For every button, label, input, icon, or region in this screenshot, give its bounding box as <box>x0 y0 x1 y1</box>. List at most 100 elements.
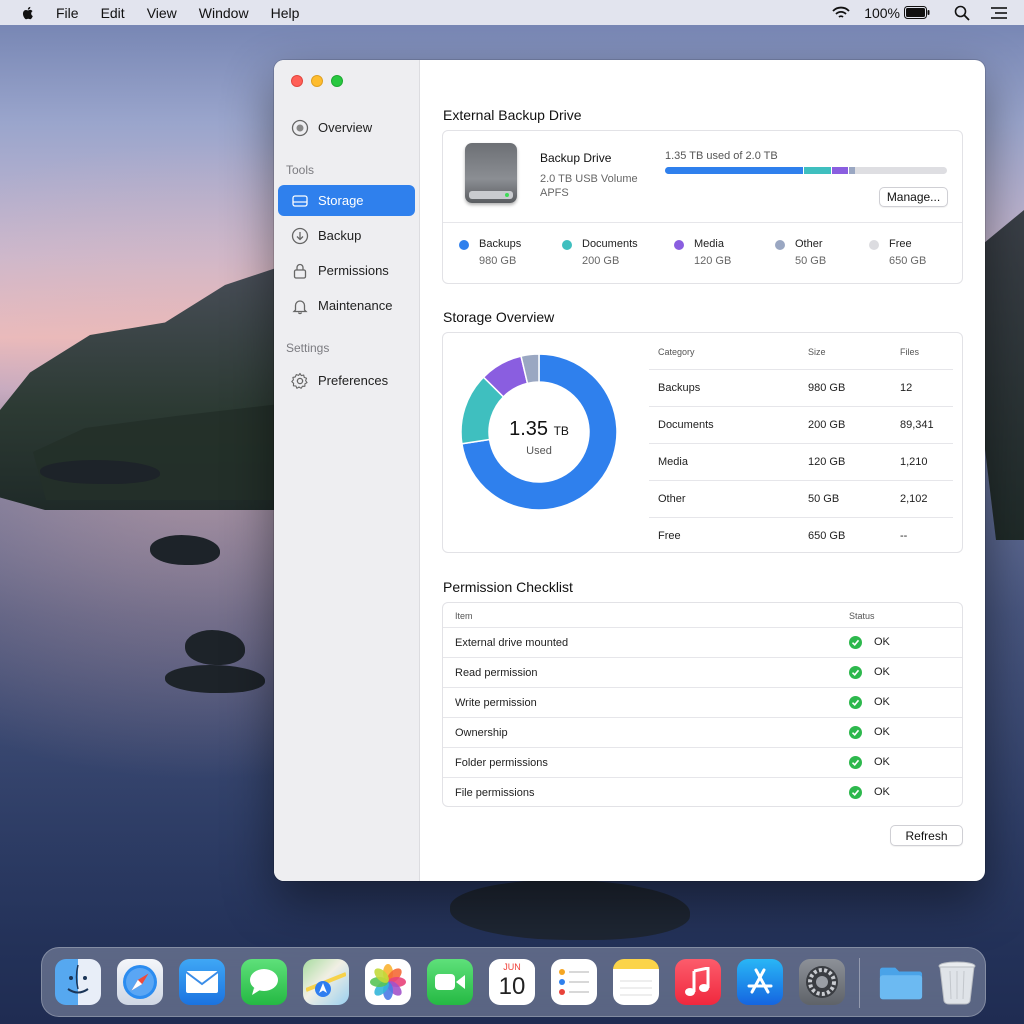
checklist-item-label: Folder permissions <box>455 757 548 769</box>
column-header-status: Status <box>849 611 875 621</box>
notes-icon[interactable] <box>613 959 659 1005</box>
cell-size: 980 GB <box>808 382 846 394</box>
finder-icon[interactable] <box>55 959 101 1005</box>
battery-icon[interactable] <box>904 6 930 19</box>
table-row[interactable]: Other 50 GB 2,102 <box>649 480 953 517</box>
checkmark-icon <box>849 726 862 739</box>
music-icon[interactable] <box>675 959 721 1005</box>
wifi-icon[interactable] <box>832 6 850 20</box>
calendar-month: JUN <box>489 962 535 973</box>
legend-value: 50 GB <box>795 255 827 267</box>
cell-category: Free <box>658 530 681 542</box>
sidebar-item-permissions[interactable]: Permissions <box>278 255 415 286</box>
sidebar-item-label: Permissions <box>318 263 389 278</box>
battery-percentage: 100% <box>864 4 900 21</box>
usage-bar <box>665 167 947 174</box>
sidebar-item-label: Overview <box>318 120 373 135</box>
lock-icon <box>291 262 309 280</box>
facetime-icon[interactable] <box>427 959 473 1005</box>
legend-value: 120 GB <box>694 255 732 267</box>
control-center-icon[interactable] <box>990 6 1008 20</box>
cell-category: Media <box>658 456 688 468</box>
overview-icon <box>291 119 309 137</box>
checklist-row: Read permission OK <box>443 657 962 687</box>
checklist-row: External drive mounted OK <box>443 627 962 657</box>
calendar-day: 10 <box>498 973 526 1000</box>
sidebar-item-overview[interactable]: Overview <box>278 112 415 143</box>
app-window: Overview Tools Storage Backup Permission… <box>274 60 985 881</box>
menu-bar: File Edit View Window Help 100% <box>0 0 1024 25</box>
menu-edit[interactable]: Edit <box>101 5 125 21</box>
legend-label: Backups <box>479 238 522 250</box>
legend-color-dot <box>869 240 879 250</box>
photos-icon[interactable] <box>365 959 411 1005</box>
spotlight-search-icon[interactable] <box>954 5 970 21</box>
safari-icon[interactable] <box>117 959 163 1005</box>
table-row[interactable]: Media 120 GB 1,210 <box>649 443 953 480</box>
rock <box>40 460 160 484</box>
sidebar-item-backup[interactable]: Backup <box>278 220 415 251</box>
checklist-row: Folder permissions OK <box>443 747 962 777</box>
section-title-external-drive: External Backup Drive <box>443 107 582 123</box>
section-title-permissions: Permission Checklist <box>443 579 573 595</box>
right-cliff <box>984 210 1024 540</box>
backup-icon <box>291 227 309 245</box>
cell-files: -- <box>900 530 908 542</box>
table-row[interactable]: Free 650 GB -- <box>649 517 953 554</box>
sidebar-item-maintenance[interactable]: Maintenance <box>278 290 415 321</box>
status-text: OK <box>874 726 890 738</box>
dock-separator <box>859 958 860 1008</box>
usage-segment-media <box>831 167 849 174</box>
checklist-row: Ownership OK <box>443 717 962 747</box>
table-row[interactable]: Documents 200 GB 89,341 <box>649 406 953 443</box>
menu-view[interactable]: View <box>147 5 177 21</box>
checklist-row: Write permission OK <box>443 687 962 717</box>
drive-card: Backup Drive 2.0 TB USB Volume APFS 1.35… <box>442 130 963 284</box>
maps-icon[interactable] <box>303 959 349 1005</box>
table-row[interactable]: Backups 980 GB 12 <box>649 369 953 406</box>
trash-icon[interactable] <box>934 959 980 1005</box>
menu-file[interactable]: File <box>56 5 79 21</box>
drive-format: APFS <box>540 187 569 199</box>
rock <box>185 630 245 665</box>
donut-center-value: 1.35 TB <box>443 418 635 441</box>
messages-icon[interactable] <box>241 959 287 1005</box>
status-text: OK <box>874 666 890 678</box>
sidebar-item-preferences[interactable]: Preferences <box>278 365 415 396</box>
legend-color-dot <box>674 240 684 250</box>
downloads-folder-icon[interactable] <box>878 959 924 1005</box>
mail-icon[interactable] <box>179 959 225 1005</box>
column-header-files: Files <box>900 347 920 357</box>
menu-help[interactable]: Help <box>271 5 300 21</box>
legend-label: Free <box>889 238 912 250</box>
reminders-icon[interactable] <box>551 959 597 1005</box>
checkmark-icon <box>849 696 862 709</box>
donut-chart: 1.35 TB Used <box>443 333 635 554</box>
sidebar-item-label: Storage <box>318 193 364 208</box>
column-header-category: Category <box>658 347 695 357</box>
apple-logo-icon[interactable] <box>20 5 36 21</box>
checklist-item-label: Write permission <box>455 697 537 709</box>
cell-category: Backups <box>658 382 701 394</box>
system-preferences-icon[interactable] <box>799 959 845 1005</box>
refresh-button[interactable]: Refresh <box>890 825 963 846</box>
calendar-icon[interactable]: JUN 10 <box>489 959 535 1005</box>
menu-window[interactable]: Window <box>199 5 249 21</box>
legend-color-dot <box>775 240 785 250</box>
cell-files: 2,102 <box>900 493 928 505</box>
app-store-icon[interactable] <box>737 959 783 1005</box>
checkmark-icon <box>849 666 862 679</box>
usage-segment-documents <box>803 167 832 174</box>
external-drive-icon <box>465 143 517 203</box>
zoom-window-button[interactable] <box>331 75 343 87</box>
manage-button[interactable]: Manage... <box>879 187 948 207</box>
close-window-button[interactable] <box>291 75 303 87</box>
cell-files: 89,341 <box>900 419 934 431</box>
sidebar-item-storage[interactable]: Storage <box>278 185 415 216</box>
donut-center-label: Used <box>526 445 552 457</box>
cell-files: 12 <box>900 382 913 394</box>
window-controls <box>291 75 343 87</box>
minimize-window-button[interactable] <box>311 75 323 87</box>
legend-value: 650 GB <box>889 255 927 267</box>
bell-icon <box>291 297 309 315</box>
